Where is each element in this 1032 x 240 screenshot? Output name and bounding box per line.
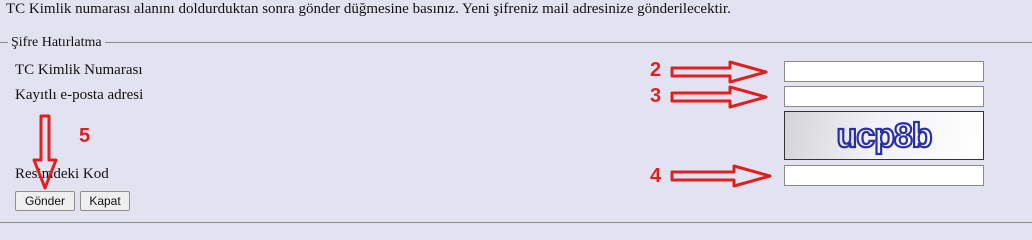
tc-kimlik-input[interactable] — [784, 61, 984, 82]
intro-text: TC Kimlik numarası alanını doldurduktan … — [6, 1, 731, 17]
down-arrow-icon — [32, 114, 58, 190]
captcha-text: ucp8b — [836, 117, 931, 155]
captcha-code-input[interactable] — [784, 165, 984, 186]
annotation-number-4: 4 — [650, 165, 662, 187]
fieldset-border — [0, 42, 1032, 43]
right-arrow-icon — [670, 164, 772, 188]
tc-label: TC Kimlik Numarası — [15, 62, 143, 78]
email-label: Kayıtlı e-posta adresi — [15, 87, 144, 103]
submit-button[interactable]: Gönder — [15, 191, 75, 211]
right-arrow-icon — [670, 60, 768, 84]
bottom-divider — [0, 222, 1032, 223]
annotation-number-3: 3 — [650, 85, 662, 107]
email-input[interactable] — [784, 86, 984, 107]
captcha-graphic: ucp8b — [835, 116, 934, 156]
close-button[interactable]: Kapat — [80, 191, 130, 211]
annotation-number-5: 5 — [79, 125, 91, 147]
fieldset-legend: Şifre Hatırlatma — [8, 35, 105, 51]
captcha-image: ucp8b — [784, 111, 984, 160]
right-arrow-icon — [670, 85, 768, 109]
annotation-number-2: 2 — [650, 59, 662, 81]
